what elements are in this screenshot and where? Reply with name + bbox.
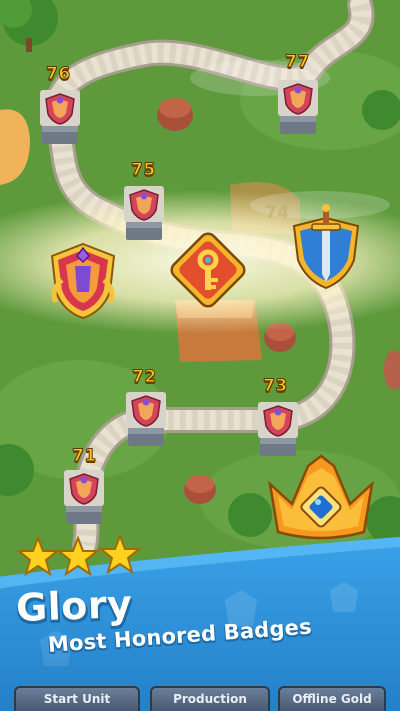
level-label-77: 77 bbox=[285, 52, 310, 73]
key-diamond-badge-icon[interactable] bbox=[162, 224, 254, 316]
level-node-76[interactable] bbox=[38, 86, 82, 146]
level-label-76: 76 bbox=[46, 64, 71, 85]
promo-title: Glory bbox=[15, 581, 134, 631]
level-node-75[interactable] bbox=[122, 182, 166, 242]
level-node-72[interactable] bbox=[124, 388, 168, 448]
star-icon-3 bbox=[98, 534, 142, 575]
tab-offline-gold[interactable]: Offline Gold bbox=[278, 686, 386, 711]
sword-shield-badge-icon[interactable] bbox=[286, 204, 366, 294]
level-label-71: 71 bbox=[72, 446, 97, 467]
ornate-shield-badge-icon[interactable] bbox=[42, 240, 124, 322]
tab-production[interactable]: Production bbox=[150, 686, 270, 711]
star-icon-2 bbox=[56, 535, 100, 577]
level-node-77[interactable] bbox=[276, 76, 320, 136]
level-label-72: 72 bbox=[132, 367, 157, 388]
level-node-71[interactable] bbox=[62, 466, 106, 526]
star-icon-1 bbox=[16, 535, 60, 577]
rating-stars bbox=[16, 534, 142, 577]
level-label-75: 75 bbox=[131, 160, 156, 181]
level-label-73: 73 bbox=[263, 376, 288, 397]
crown-badge-icon[interactable] bbox=[262, 454, 380, 546]
tab-start-unit[interactable]: Start Unit bbox=[14, 686, 140, 711]
game-map: 76 77 75 74 72 73 71 Glory Most Honored … bbox=[0, 0, 400, 711]
level-node-73[interactable] bbox=[256, 398, 300, 458]
